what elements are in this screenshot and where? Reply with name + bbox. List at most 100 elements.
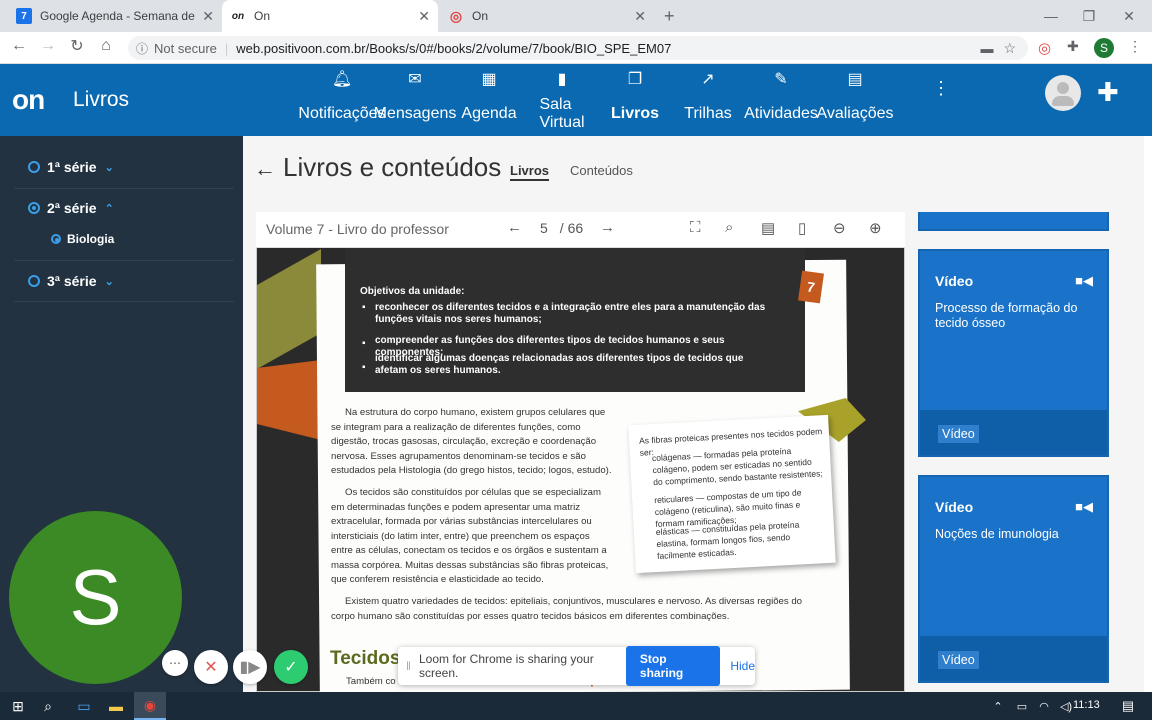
loom-extension-icon[interactable]: ◎ (1038, 39, 1051, 57)
card-description: Noções de imunologia (935, 527, 1059, 541)
address-bar[interactable]: ⓘ Not secure | web.positivoon.com.br/Boo… (128, 36, 1028, 60)
tab-title: On (472, 9, 489, 23)
loom-camera-avatar[interactable]: S (9, 511, 182, 684)
close-window-icon[interactable]: ✕ (1106, 0, 1152, 32)
door-icon: ▮ (557, 71, 567, 88)
share-message: Loom for Chrome is sharing your screen. (418, 652, 594, 680)
trend-icon: ↗ (701, 71, 715, 88)
video-card[interactable]: Vídeo ■◀ Noções de imunologia Vídeo (918, 475, 1109, 683)
mail-app-icon[interactable]: ▭ (68, 692, 100, 720)
nav-agenda[interactable]: ▦ Agenda (461, 64, 516, 136)
sidebar-grade-1[interactable]: 1ª série ⌄ (28, 157, 114, 177)
nav-sala-virtual[interactable]: ▮ Sala Virtual (530, 64, 594, 136)
more-vert-icon[interactable]: ⋮ (932, 78, 950, 99)
close-tab-icon[interactable]: ✕ (202, 8, 214, 25)
prev-page-arrow-icon[interactable]: ← (507, 219, 522, 236)
drag-handle-icon[interactable]: ‖ (406, 659, 411, 673)
browser-tab-agenda[interactable]: 7 Google Agenda - Semana de 2 d ✕ (8, 0, 222, 32)
radio-icon[interactable] (28, 202, 40, 214)
home-icon[interactable]: ⌂ (94, 34, 118, 58)
video-card-partial[interactable] (918, 212, 1109, 231)
video-camera-icon: ■◀ (1075, 273, 1093, 288)
radio-icon[interactable] (28, 161, 40, 173)
close-tab-icon[interactable]: ✕ (634, 8, 646, 25)
file-explorer-icon[interactable]: ▬ (100, 692, 132, 720)
reload-icon[interactable]: ↻ (65, 34, 89, 58)
nav-atividades[interactable]: ✎ Atividades (744, 64, 818, 136)
next-page-arrow-icon[interactable]: → (600, 219, 615, 236)
finish-recording-icon[interactable]: ✓ (274, 650, 308, 684)
stop-sharing-button[interactable]: Stop sharing (625, 646, 721, 686)
radio-icon[interactable] (28, 275, 40, 287)
sidebar-grade-2[interactable]: 2ª série ⌃ (28, 198, 114, 218)
hide-button[interactable]: Hide (730, 659, 755, 673)
bookmark-star-icon[interactable]: ☆ (1003, 40, 1016, 57)
url-text: web.positivoon.com.br/Books/s/0#/books/2… (236, 40, 672, 56)
volume-title: Volume 7 - Livro do professor (266, 221, 449, 237)
chevron-up-icon: ⌃ (104, 202, 114, 215)
calendar-icon: ▦ (481, 71, 497, 88)
objective-item: identificar algumas doenças relacionadas… (375, 353, 744, 376)
paragraph-3: Existem quatro variedades de tecidos: ep… (331, 596, 803, 622)
bookmark-icon[interactable]: ▯ (798, 219, 806, 237)
comment-icon[interactable]: ▤ (761, 219, 775, 237)
windows-start-icon[interactable]: ⊞ (2, 692, 34, 720)
profile-avatar[interactable]: S (1094, 38, 1114, 58)
paragraph-1: Na estrutura do corpo humano, existem gr… (331, 407, 612, 476)
zoom-in-icon[interactable]: ⊕ (869, 219, 882, 237)
browser-tab-on-2[interactable]: ◎ On ✕ (440, 0, 654, 32)
more-options-icon[interactable]: ⋯ (162, 650, 188, 676)
nav-mensagens[interactable]: ✉ Mensagens (374, 64, 457, 136)
video-card[interactable]: Vídeo ■◀ Processo de formação do tecido … (918, 249, 1109, 457)
taskbar-clock[interactable]: 11:13 (1073, 699, 1100, 711)
tab-livros[interactable]: Livros (510, 163, 550, 181)
card-type-badge: Vídeo (938, 651, 979, 669)
nav-notificacoes[interactable]: 🔔︎ Notificações (298, 64, 385, 136)
calendar-favicon-icon: 7 (16, 8, 32, 24)
user-avatar-icon[interactable] (1045, 75, 1081, 111)
mail-icon: ✉ (408, 71, 422, 88)
puzzle-icon[interactable]: ✚ (1097, 77, 1119, 108)
screen-share-notification: ‖ Loom for Chrome is sharing your screen… (398, 646, 755, 686)
chevron-down-icon: ⌄ (104, 161, 114, 174)
notification-center-icon[interactable]: ▤ (1112, 692, 1144, 720)
card-description: Processo de formação do tecido ósseo (935, 301, 1078, 330)
security-status: Not secure (154, 40, 217, 56)
windows-taskbar (0, 692, 1152, 720)
radio-icon[interactable] (51, 234, 61, 244)
search-icon[interactable]: ⌕ (725, 219, 733, 236)
sidebar-grade-3[interactable]: 3ª série ⌄ (28, 271, 114, 291)
page-indicator: 5 / 66 (540, 220, 583, 236)
sidebar-subject-biologia[interactable]: Biologia (51, 232, 114, 246)
back-arrow-icon[interactable]: ← (254, 156, 276, 182)
on-favicon-icon: on (231, 10, 245, 22)
page-current[interactable]: 5 (540, 220, 548, 236)
chrome-menu-icon[interactable]: ⋮ (1128, 38, 1142, 55)
camera-blocked-icon[interactable]: ▬ (980, 41, 993, 56)
page-title: Livros e conteúdos (283, 152, 502, 182)
divider (14, 188, 234, 189)
browser-tab-on[interactable]: on On ✕ (222, 0, 438, 32)
chrome-taskbar-icon[interactable]: ◉ (134, 692, 166, 720)
app-logo[interactable]: on (12, 84, 45, 116)
clipboard-icon: ▤ (847, 71, 863, 88)
cancel-recording-icon[interactable]: ✕ (194, 650, 228, 684)
card-title: Vídeo (935, 273, 974, 289)
close-tab-icon[interactable]: ✕ (418, 8, 430, 25)
nav-livros[interactable]: ❐ Livros (611, 64, 659, 136)
fullscreen-icon[interactable]: ⛶ (690, 219, 701, 236)
new-tab-icon[interactable]: + (664, 6, 675, 27)
back-arrow-icon[interactable]: ← (7, 34, 31, 58)
extensions-puzzle-icon[interactable]: ✚ (1067, 38, 1079, 55)
forward-arrow-icon[interactable]: → (36, 34, 60, 58)
tab-conteudos[interactable]: Conteúdos (570, 163, 633, 178)
pause-recording-icon[interactable]: ▮▶ (233, 650, 267, 684)
books-icon: ❐ (627, 71, 643, 88)
info-icon[interactable]: ⓘ (136, 40, 148, 57)
zoom-out-icon[interactable]: ⊖ (833, 219, 846, 237)
search-icon[interactable]: ⌕ (32, 692, 64, 720)
nav-avaliacoes[interactable]: ▤ Avaliações (816, 64, 893, 136)
nav-trilhas[interactable]: ↗ Trilhas (684, 64, 731, 136)
objectives-heading: Objetivos da unidade: (360, 286, 465, 297)
section-text: Também co (346, 676, 396, 687)
